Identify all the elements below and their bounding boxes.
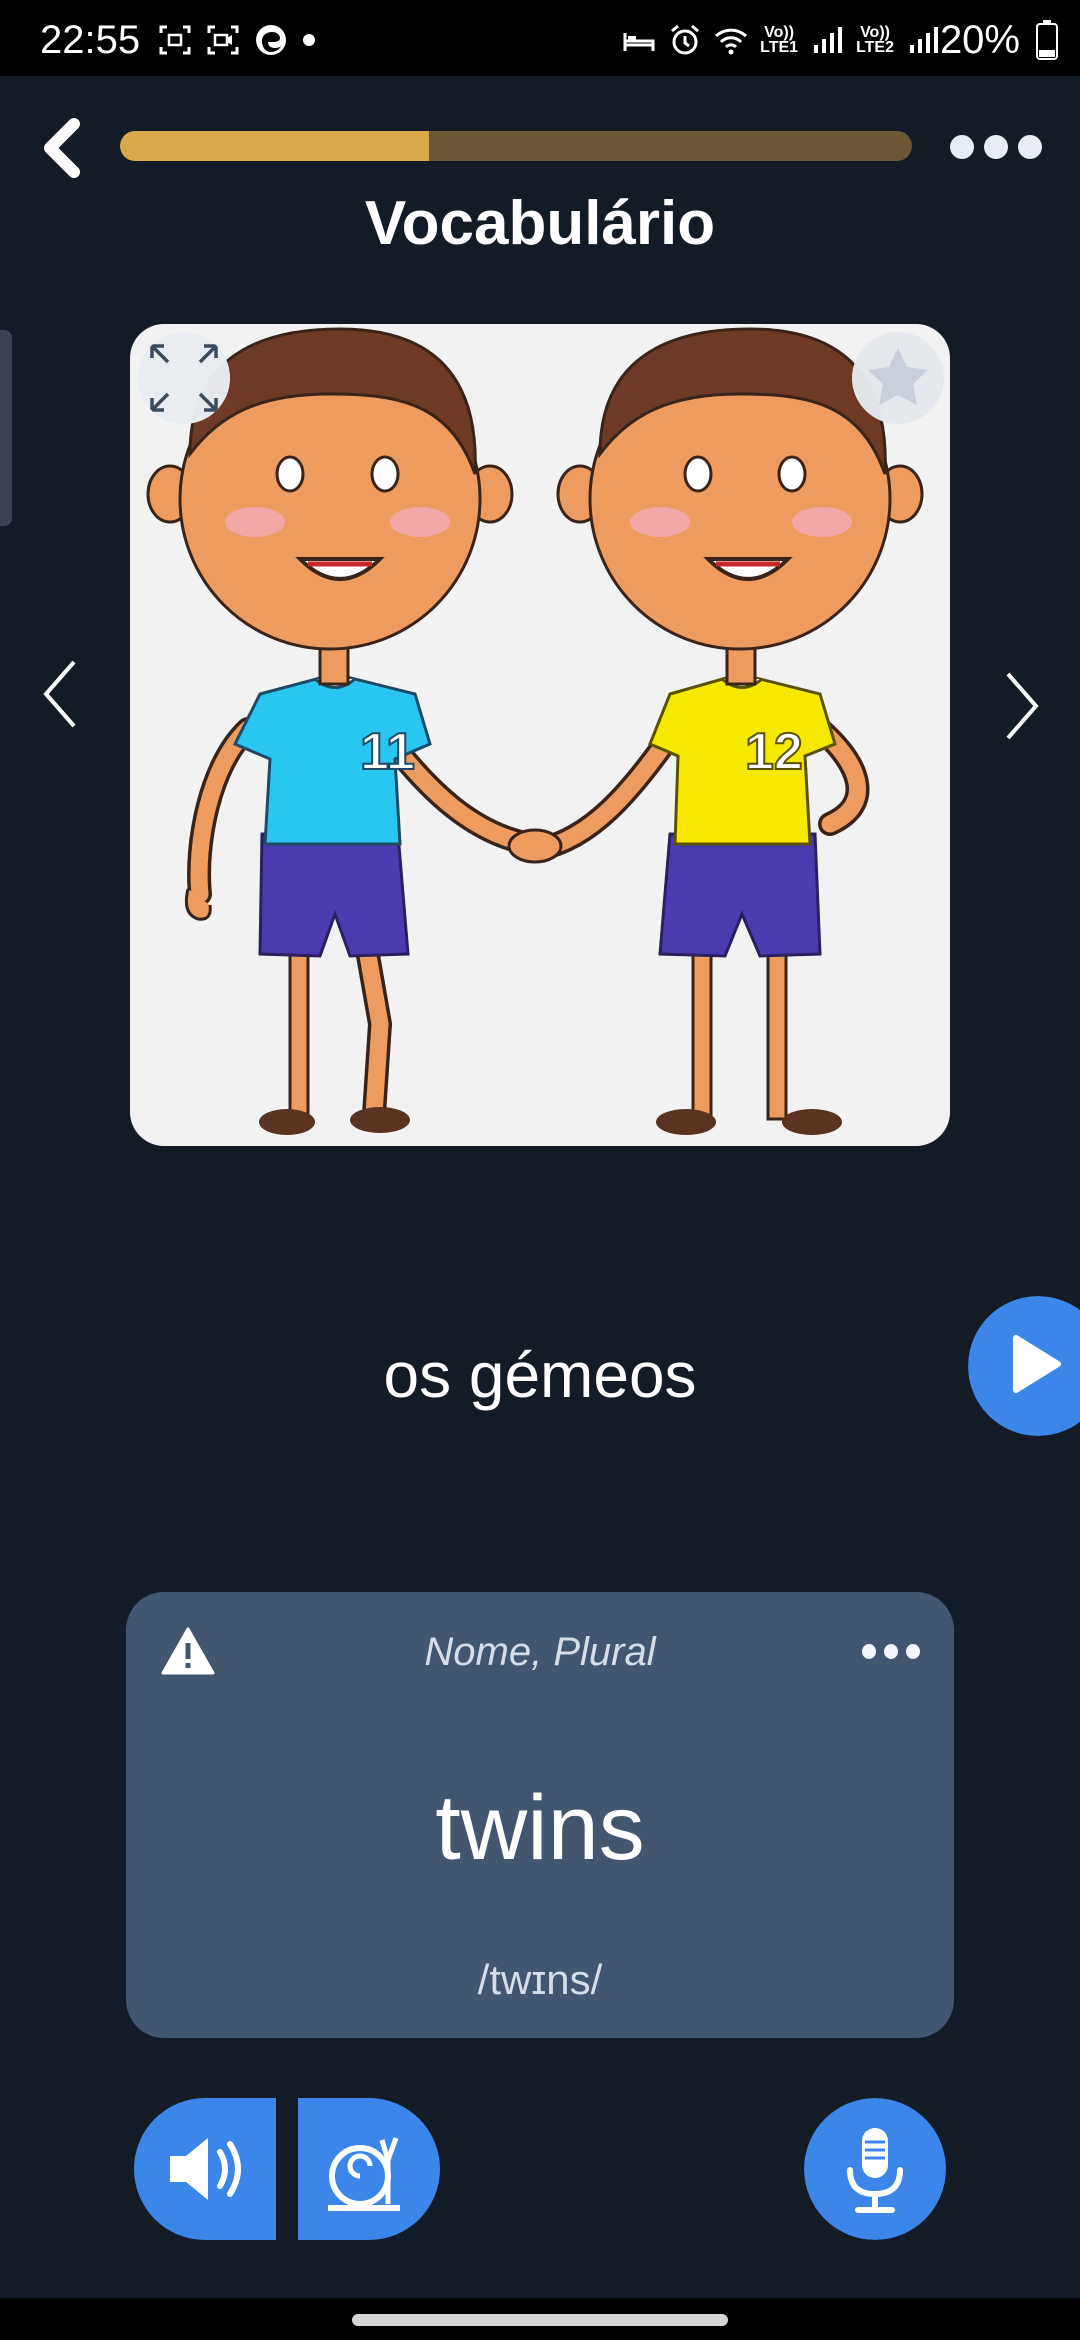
favorite-star-icon[interactable]	[852, 332, 944, 424]
status-bar: 22:55 Vo)) LTE1 Vo)) LTE2 20%	[0, 0, 1080, 76]
vocabulary-word: os gémeos	[383, 1339, 697, 1411]
more-options-button[interactable]	[950, 130, 1050, 164]
home-indicator[interactable]	[352, 2314, 728, 2326]
notification-dot-icon	[303, 34, 315, 46]
translation-text: twins	[435, 1777, 645, 1879]
shirt-number-left: 11	[360, 723, 415, 781]
lesson-progress-fill	[120, 131, 429, 161]
screen-capture-icon	[159, 25, 191, 55]
screen-record-icon	[207, 25, 239, 55]
wifi-icon	[715, 28, 748, 55]
alarm-icon	[671, 24, 700, 55]
boy-right: 12	[507, 327, 924, 1135]
network-lte1-label: Vo)) LTE1	[760, 24, 799, 56]
bed-icon	[623, 33, 655, 51]
previous-card-icon[interactable]	[36, 654, 88, 734]
expand-icon[interactable]	[138, 332, 230, 424]
pronunciation-ipa: /twɪns/	[477, 1956, 603, 2003]
status-time: 22:55	[40, 18, 141, 62]
speaker-button[interactable]	[134, 2098, 276, 2240]
microphone-button[interactable]	[804, 2098, 946, 2240]
lesson-progress-bar	[120, 131, 912, 161]
slow-audio-snail-button[interactable]	[298, 2098, 440, 2240]
signal-icon	[814, 27, 843, 53]
network-lte2-label: Vo)) LTE2	[856, 24, 894, 56]
battery-percent: 20%	[939, 18, 1020, 62]
status-left-icons	[158, 22, 316, 58]
signal-icon	[910, 27, 938, 53]
vocabulary-image-card: 11 12	[130, 324, 950, 1146]
page-title: Vocabulário	[364, 189, 716, 258]
boy-left: 11	[146, 327, 542, 1135]
battery-icon	[1036, 20, 1058, 60]
play-audio-button[interactable]	[968, 1296, 1080, 1436]
status-right-icons: Vo)) LTE1 Vo)) LTE2	[622, 22, 940, 58]
edge-panel-handle[interactable]	[0, 330, 12, 526]
edge-browser-icon	[256, 25, 286, 55]
card-more-options-button[interactable]	[862, 1642, 920, 1660]
back-chevron-icon[interactable]	[34, 112, 90, 184]
twins-illustration: 11 12	[146, 327, 924, 1135]
shirt-number-right: 12	[745, 723, 803, 781]
next-card-icon[interactable]	[994, 666, 1046, 746]
